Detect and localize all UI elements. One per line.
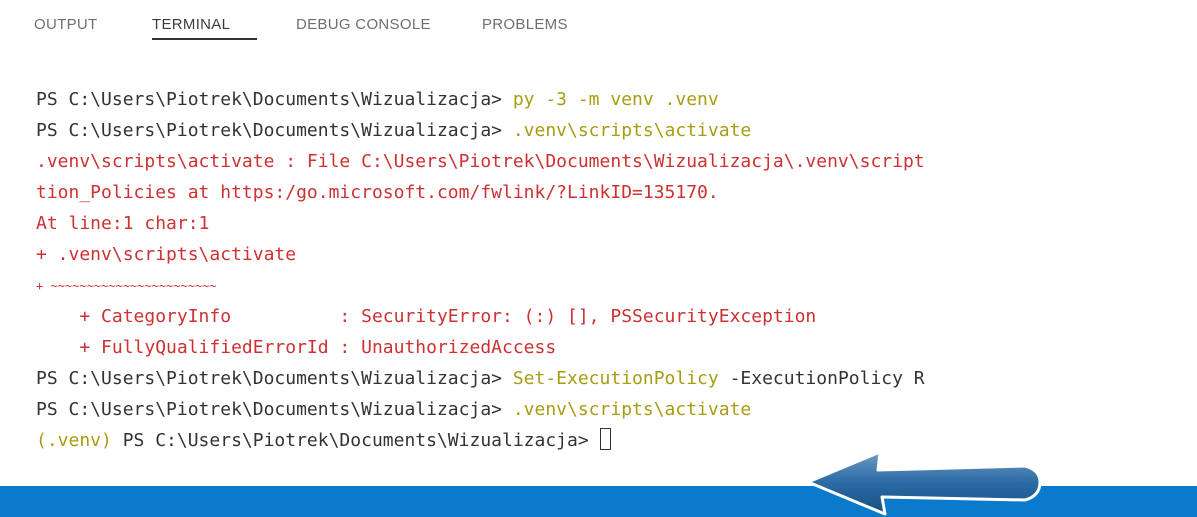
command-text: Set-ExecutionPolicy	[512, 368, 719, 389]
tab-output[interactable]: OUTPUT	[34, 12, 97, 38]
error-line: + CategoryInfo : SecurityError: (:) [], …	[36, 306, 817, 327]
error-line: + .venv\scripts\activate	[36, 244, 297, 265]
prompt: PS C:\Users\Piotrek\Documents\Wizualizac…	[36, 368, 513, 389]
terminal-line: PS C:\Users\Piotrek\Documents\Wizualizac…	[36, 86, 719, 114]
tab-problems[interactable]: PROBLEMS	[482, 12, 568, 38]
error-line: tion_Policies at https:/go.microsoft.com…	[36, 182, 719, 203]
panel-tab-bar: OUTPUT TERMINAL DEBUG CONSOLE PROBLEMS	[0, 0, 1197, 70]
tab-debug-console[interactable]: DEBUG CONSOLE	[296, 12, 431, 38]
prompt: PS C:\Users\Piotrek\Documents\Wizualizac…	[111, 430, 600, 451]
prompt: PS C:\Users\Piotrek\Documents\Wizualizac…	[36, 120, 513, 141]
terminal-line: PS C:\Users\Piotrek\Documents\Wizualizac…	[36, 396, 751, 424]
prompt: PS C:\Users\Piotrek\Documents\Wizualizac…	[36, 399, 513, 420]
error-line: .venv\scripts\activate : File C:\Users\P…	[36, 151, 925, 172]
terminal-line: (.venv) PS C:\Users\Piotrek\Documents\Wi…	[36, 427, 611, 455]
error-line: + FullyQualifiedErrorId : UnauthorizedAc…	[36, 337, 557, 358]
command-text: py -3 -m venv .venv	[512, 89, 719, 110]
terminal-line: PS C:\Users\Piotrek\Documents\Wizualizac…	[36, 365, 925, 393]
terminal-output[interactable]: PS C:\Users\Piotrek\Documents\Wizualizac…	[0, 76, 1197, 482]
prompt: PS C:\Users\Piotrek\Documents\Wizualizac…	[36, 89, 513, 110]
command-text: .venv\scripts\activate	[512, 399, 752, 420]
venv-indicator: (.venv)	[36, 430, 112, 451]
status-bar	[0, 486, 1197, 517]
tab-terminal[interactable]: TERMINAL	[152, 12, 230, 38]
terminal-cursor[interactable]	[599, 428, 611, 450]
active-tab-underline	[152, 38, 257, 40]
command-args: -ExecutionPolicy R	[718, 368, 925, 389]
error-line: + ~~~~~~~~~~~~~~~~~~~~~~~	[36, 279, 217, 293]
terminal-line: PS C:\Users\Piotrek\Documents\Wizualizac…	[36, 117, 751, 145]
command-text: .venv\scripts\activate	[512, 120, 752, 141]
error-line: At line:1 char:1	[36, 213, 210, 234]
